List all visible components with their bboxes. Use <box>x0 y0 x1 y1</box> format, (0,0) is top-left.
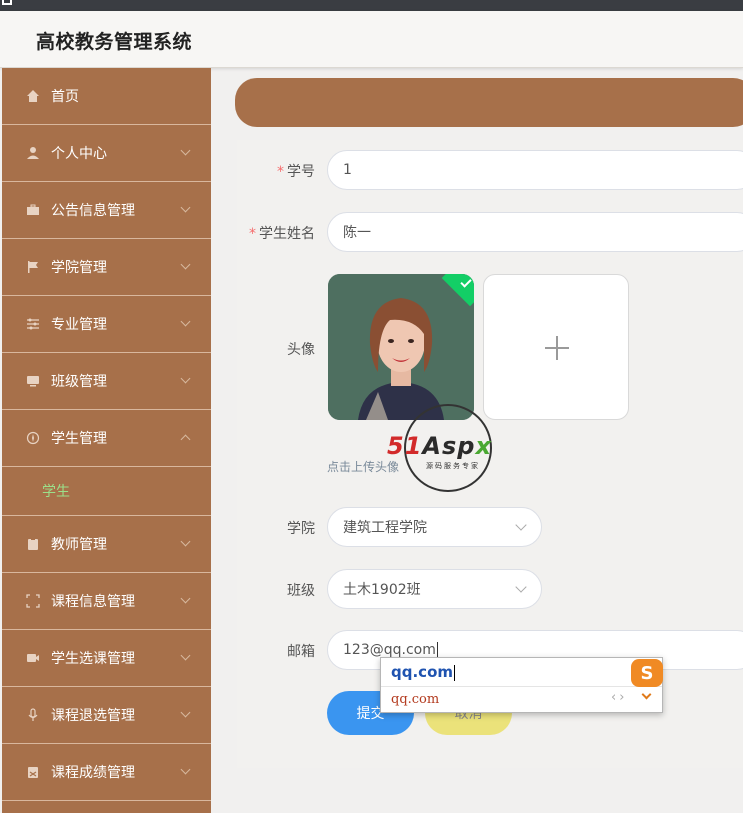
sidebar-item-majors[interactable]: 专业管理 <box>2 296 211 353</box>
avatar-label: 头像 <box>287 342 315 358</box>
required-marker: * <box>249 226 256 242</box>
app-title: 高校教务管理系统 <box>36 31 193 53</box>
ime-caret <box>454 664 455 681</box>
chevron-down-icon <box>515 581 527 593</box>
chevron-up-icon <box>180 434 191 445</box>
student-id-input[interactable]: 1 <box>327 150 743 190</box>
sidebar-item-students[interactable]: 学生管理 <box>2 410 211 467</box>
sidebar-item-courses[interactable]: 课程信息管理 <box>2 573 211 630</box>
chevron-down-icon <box>180 145 191 156</box>
window-icon <box>2 0 12 5</box>
sidebar-item-label: 首页 <box>51 89 79 105</box>
sidebar-item-label: 班级管理 <box>51 374 107 390</box>
chevron-down-icon <box>180 650 191 661</box>
chevron-down-icon[interactable] <box>641 689 652 700</box>
user-icon <box>25 145 41 161</box>
sidebar-item-course-selection[interactable]: 学生选课管理 <box>2 630 211 687</box>
fullscreen-icon <box>25 593 41 609</box>
sidebar-item-label: 专业管理 <box>51 317 107 333</box>
student-name-input[interactable]: 陈一 <box>327 212 743 252</box>
sidebar-item-label: 个人中心 <box>51 146 107 162</box>
watermark-brand: 51Aspx <box>387 432 492 460</box>
avatar-upload-button[interactable] <box>483 274 629 420</box>
sidebar-item-label: 学生管理 <box>51 431 107 447</box>
chevron-down-icon <box>180 536 191 547</box>
content-header-bar <box>235 78 743 127</box>
sidebar-item-label: 课程信息管理 <box>51 594 135 610</box>
sidebar-item-home[interactable]: 首页 <box>2 68 211 125</box>
ime-page-nav[interactable]: ‹› <box>611 690 627 705</box>
clipboard-icon <box>25 536 41 552</box>
email-label: 邮箱 <box>287 644 315 660</box>
sidebar-subitem-student[interactable]: 学生 <box>2 467 211 516</box>
ime-candidate[interactable]: qq.com <box>391 692 439 707</box>
required-marker: * <box>277 164 284 180</box>
chevron-down-icon <box>180 202 191 213</box>
window-titlebar <box>0 0 743 11</box>
student-name-label: * 学生姓名 <box>249 226 315 242</box>
text-caret <box>436 642 438 658</box>
avatar-image[interactable] <box>328 274 474 420</box>
sidebar-item-label: 课程退选管理 <box>51 708 135 724</box>
sidebar-item-announcements[interactable]: 公告信息管理 <box>2 182 211 239</box>
chevron-down-icon <box>180 259 191 270</box>
microphone-icon <box>25 707 41 723</box>
site-watermark: 51Aspx 源码服务专家 <box>387 404 512 494</box>
chevron-down-icon <box>180 373 191 384</box>
sidebar-item-classes[interactable]: 班级管理 <box>2 353 211 410</box>
sidebar-item-colleges[interactable]: 学院管理 <box>2 239 211 296</box>
sidebar-item-label: 公告信息管理 <box>51 203 135 219</box>
briefcase-icon <box>25 202 41 218</box>
home-icon <box>25 88 41 104</box>
compass-icon <box>25 430 41 446</box>
chevron-down-icon <box>180 316 191 327</box>
sidebar-item-course-withdrawal[interactable]: 课程退选管理 <box>2 687 211 744</box>
sidebar-subitem-label: 学生 <box>42 484 70 500</box>
sliders-icon <box>25 316 41 332</box>
chevron-down-icon <box>180 764 191 775</box>
class-select[interactable]: 土木1902班 <box>327 569 542 609</box>
monitor-icon <box>25 373 41 389</box>
sidebar-item-label: 课程成绩管理 <box>51 765 135 781</box>
watermark-subtitle: 源码服务专家 <box>426 462 480 470</box>
plus-icon-vertical <box>556 336 558 360</box>
chevron-down-icon <box>180 707 191 718</box>
video-icon <box>25 650 41 666</box>
student-id-label: * 学号 <box>277 164 315 180</box>
sidebar-item-label: 教师管理 <box>51 537 107 553</box>
sidebar: 首页 个人中心 公告信息管理 学院管理 专业管理 班级管理 学生管理 学生 教师… <box>2 68 211 813</box>
ime-composition: qq.com <box>391 663 455 681</box>
sidebar-item-label: 学院管理 <box>51 260 107 276</box>
sogou-logo[interactable]: S <box>631 659 663 687</box>
sidebar-item-grades[interactable]: 课程成绩管理 <box>2 744 211 801</box>
class-label: 班级 <box>287 583 315 599</box>
chevron-down-icon <box>180 593 191 604</box>
college-select[interactable]: 建筑工程学院 <box>327 507 542 547</box>
app-header: 高校教务管理系统 <box>0 11 743 68</box>
chevron-down-icon <box>515 519 527 531</box>
sidebar-item-profile[interactable]: 个人中心 <box>2 125 211 182</box>
college-label: 学院 <box>287 521 315 537</box>
calendar-icon <box>25 764 41 780</box>
sidebar-item-label: 学生选课管理 <box>51 651 135 667</box>
ime-divider <box>381 686 662 687</box>
avatar-portrait <box>328 274 474 420</box>
ime-candidate-window: qq.com qq.com ‹› <box>380 657 663 713</box>
flag-icon <box>25 259 41 275</box>
sidebar-item-teachers[interactable]: 教师管理 <box>2 516 211 573</box>
